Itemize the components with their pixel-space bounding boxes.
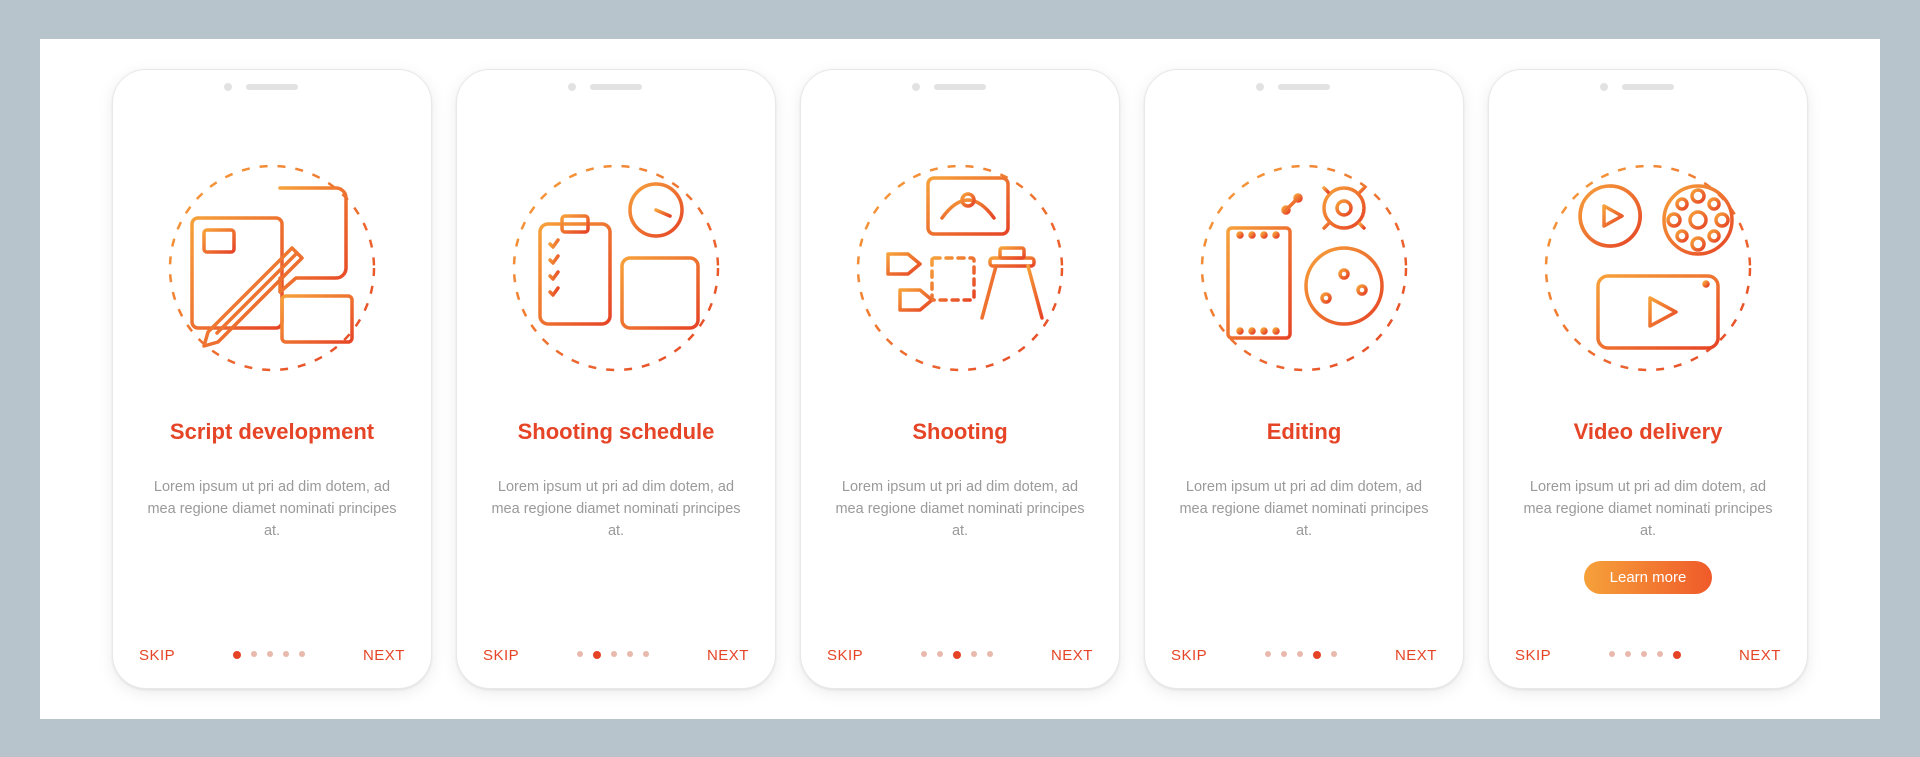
skip-button[interactable]: SKIP (139, 647, 175, 664)
phone-screen-4: Editing Lorem ipsum ut pri ad dim dotem,… (1144, 69, 1464, 689)
dot-active (233, 651, 241, 659)
screen-description: Lorem ipsum ut pri ad dim dotem, ad mea … (483, 476, 749, 543)
dot-active (1673, 651, 1681, 659)
phone-screen-1: Script development Lorem ipsum ut pri ad… (112, 69, 432, 689)
skip-button[interactable]: SKIP (827, 647, 863, 664)
nav-row: SKIP NEXT (483, 629, 749, 664)
skip-button[interactable]: SKIP (1171, 647, 1207, 664)
dot (299, 651, 305, 657)
dot (1625, 651, 1631, 657)
skip-button[interactable]: SKIP (483, 647, 519, 664)
dot (577, 651, 583, 657)
nav-row: SKIP NEXT (139, 629, 405, 664)
dot (643, 651, 649, 657)
page-indicator (577, 651, 649, 659)
page-indicator (1609, 651, 1681, 659)
dot (921, 651, 927, 657)
learn-more-button[interactable]: Learn more (1584, 561, 1713, 594)
dot-active (953, 651, 961, 659)
next-button[interactable]: NEXT (1051, 647, 1093, 664)
page-indicator (233, 651, 305, 659)
screen-description: Lorem ipsum ut pri ad dim dotem, ad mea … (1171, 476, 1437, 543)
next-button[interactable]: NEXT (1739, 647, 1781, 664)
dot (251, 651, 257, 657)
dot (971, 651, 977, 657)
screen-title: Script development (139, 404, 405, 460)
dot (627, 651, 633, 657)
phone-screen-2: Shooting schedule Lorem ipsum ut pri ad … (456, 69, 776, 689)
screen-title: Editing (1171, 404, 1437, 460)
next-button[interactable]: NEXT (1395, 647, 1437, 664)
dot (987, 651, 993, 657)
page-indicator (921, 651, 993, 659)
dot (283, 651, 289, 657)
dot (1281, 651, 1287, 657)
screen-title: Shooting schedule (483, 404, 749, 460)
dot (1641, 651, 1647, 657)
dot (1657, 651, 1663, 657)
nav-row: SKIP NEXT (1515, 629, 1781, 664)
screen-title: Shooting (827, 404, 1093, 460)
next-button[interactable]: NEXT (363, 647, 405, 664)
phone-screen-5: Video delivery Lorem ipsum ut pri ad dim… (1488, 69, 1808, 689)
page-indicator (1265, 651, 1337, 659)
dot-active (1313, 651, 1321, 659)
skip-button[interactable]: SKIP (1515, 647, 1551, 664)
screen-title: Video delivery (1515, 404, 1781, 460)
mockup-stage: Script development Lorem ipsum ut pri ad… (40, 39, 1880, 719)
dot (1265, 651, 1271, 657)
dot (267, 651, 273, 657)
dot (611, 651, 617, 657)
dot (1609, 651, 1615, 657)
schedule-icon (506, 158, 726, 378)
dot-active (593, 651, 601, 659)
dot (1331, 651, 1337, 657)
phone-screen-3: Shooting Lorem ipsum ut pri ad dim dotem… (800, 69, 1120, 689)
delivery-icon (1538, 158, 1758, 378)
screen-description: Lorem ipsum ut pri ad dim dotem, ad mea … (827, 476, 1093, 543)
shooting-icon (850, 158, 1070, 378)
screen-description: Lorem ipsum ut pri ad dim dotem, ad mea … (1515, 476, 1781, 543)
script-dev-icon (162, 158, 382, 378)
next-button[interactable]: NEXT (707, 647, 749, 664)
editing-icon (1194, 158, 1414, 378)
nav-row: SKIP NEXT (827, 629, 1093, 664)
nav-row: SKIP NEXT (1171, 629, 1437, 664)
dot (1297, 651, 1303, 657)
dot (937, 651, 943, 657)
screen-description: Lorem ipsum ut pri ad dim dotem, ad mea … (139, 476, 405, 543)
